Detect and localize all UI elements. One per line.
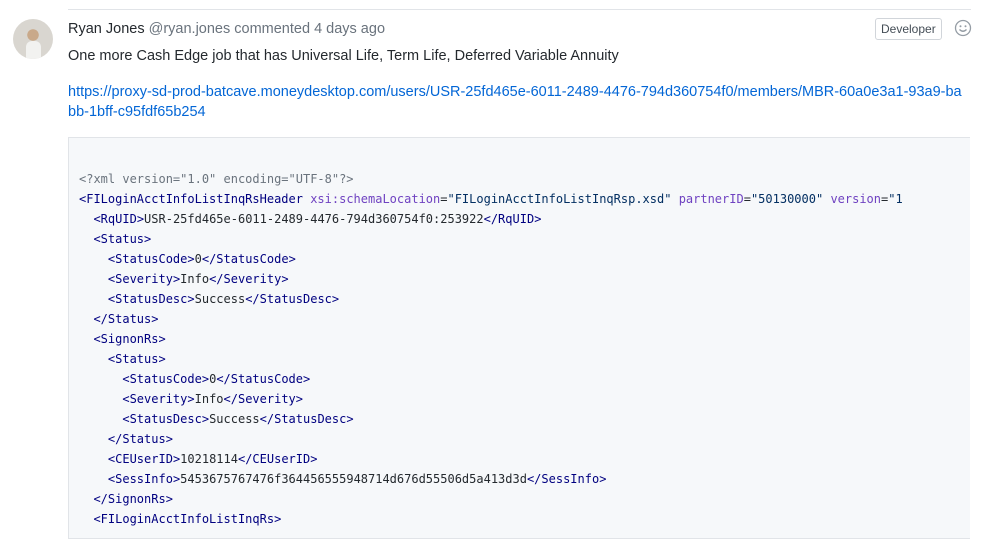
code-line: </Status>	[107, 432, 173, 446]
code-line: <StatusDesc>Success</StatusDesc>	[122, 412, 354, 426]
avatar[interactable]	[13, 19, 53, 59]
code-line: <Status>	[93, 232, 152, 246]
comment-author[interactable]: Ryan Jones	[68, 21, 145, 37]
code-line: <CEUserID>10218114</CEUserID>	[107, 452, 318, 466]
code-line: </SignonRs>	[93, 492, 173, 506]
comment-action: commented	[234, 21, 311, 37]
code-line: <?xml version="1.0" encoding="UTF-8"?>	[79, 172, 354, 186]
code-line: <FILoginAcctInfoListInqRsHeader xsi:sche…	[79, 192, 903, 206]
code-line: </Status>	[93, 312, 159, 326]
code-line: <Severity>Info</Severity>	[122, 392, 304, 406]
code-line: <SessInfo>5453675767476f364456555948714d…	[107, 472, 607, 486]
code-line: <Severity>Info</Severity>	[107, 272, 289, 286]
comment-link[interactable]: https://proxy-sd-prod-batcave.moneydeskt…	[68, 82, 968, 122]
divider	[68, 9, 971, 10]
code-line: <SignonRs>	[93, 332, 166, 346]
code-line: <RqUID>USR-25fd465e-6011-2489-4476-794d3…	[93, 212, 542, 226]
code-block: <?xml version="1.0" encoding="UTF-8"?> <F…	[68, 137, 970, 539]
role-badge: Developer	[875, 18, 942, 40]
code-line: <StatusCode>0</StatusCode>	[122, 372, 311, 386]
code-line: <FILoginAcctInfoListInqRs>	[93, 512, 282, 526]
comment-body: One more Cash Edge job that has Universa…	[68, 48, 619, 64]
comment-timestamp[interactable]: 4 days ago	[314, 21, 385, 37]
code-line: <Status>	[107, 352, 166, 366]
comment-header: Ryan Jones @ryan.jones commented 4 days …	[68, 21, 385, 37]
comment-handle[interactable]: @ryan.jones	[149, 21, 231, 37]
code-content: <?xml version="1.0" encoding="UTF-8"?> <F…	[79, 169, 903, 529]
code-line: <StatusDesc>Success</StatusDesc>	[107, 292, 340, 306]
code-line: <StatusCode>0</StatusCode>	[107, 252, 296, 266]
add-reaction-icon[interactable]	[954, 19, 972, 37]
